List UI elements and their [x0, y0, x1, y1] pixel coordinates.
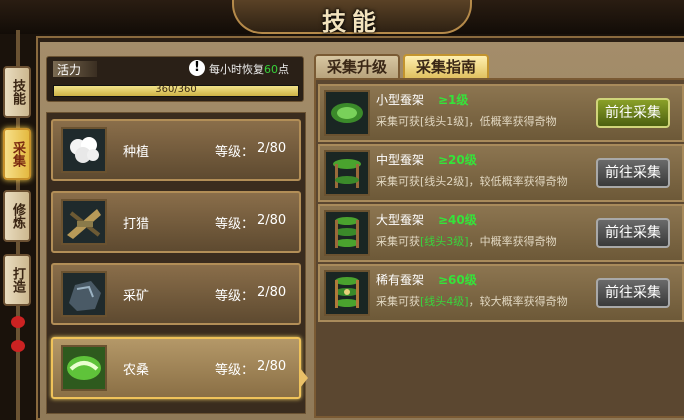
skill-level: 2/80 [257, 285, 287, 300]
skill-level-label: 等级： [215, 145, 255, 160]
side-tab-cultivate[interactable]: 修炼 [3, 190, 31, 242]
skill-name: 采矿 [123, 289, 150, 304]
guide-title: 稀有蚕架 [376, 273, 425, 287]
guide-row: 大型蚕架 ≥40级 采集可获[线头3级]，中概率获得奇物 前往采集 [318, 204, 684, 262]
small-silk-rack-icon [324, 90, 370, 136]
side-tab-forge[interactable]: 打造 [3, 254, 31, 306]
skill-name: 农桑 [123, 363, 150, 378]
side-tab-bar: 技能 采集 修炼 打造 [0, 30, 36, 420]
guide-requirement: ≥40级 [438, 213, 477, 227]
guide-title: 小型蚕架 [376, 93, 425, 107]
skill-level-label: 等级： [215, 363, 255, 378]
vigor-progress-bar: 360/360 [53, 84, 299, 97]
go-gather-button[interactable]: 前往采集 [596, 158, 670, 188]
silkworm-leaf-icon [61, 345, 107, 391]
skill-list: 种植 等级： 2/80 打猎 等级： 2/80 采矿 等级： 2/80 农桑 等… [46, 112, 306, 414]
guide-row: 稀有蚕架 ≥60级 采集可获[线头4级]，较大概率获得奇物 前往采集 [318, 264, 684, 322]
skill-level-label: 等级： [215, 289, 255, 304]
guide-description: 采集可获[线头4级]，较大概率获得奇物 [376, 295, 568, 308]
skill-item-sericulture[interactable]: 农桑 等级： 2/80 [51, 337, 301, 399]
left-panel: 活力 ! 每小时恢复60点 360/360 种植 等级： 2/80 打猎 等级：… [46, 52, 306, 416]
guide-row: 中型蚕架 ≥20级 采集可获[线头2级]，较低概率获得奇物 前往采集 [318, 144, 684, 202]
tassel-icon [11, 340, 25, 352]
guide-title: 大型蚕架 [376, 213, 425, 227]
go-gather-button[interactable]: 前往采集 [596, 98, 670, 128]
skill-name: 种植 [123, 145, 150, 160]
skill-item-planting[interactable]: 种植 等级： 2/80 [51, 119, 301, 181]
guide-description: 采集可获[线头3级]，中概率获得奇物 [376, 235, 557, 248]
skill-level: 2/80 [257, 141, 287, 156]
selected-arrow-icon [300, 368, 308, 388]
tab-gather-upgrade[interactable]: 采集升级 [314, 54, 400, 78]
medium-silk-rack-icon [324, 150, 370, 196]
ore-rock-icon [61, 271, 107, 317]
exclamation-icon[interactable]: ! [189, 60, 205, 76]
skill-name: 打猎 [123, 217, 150, 232]
go-gather-button[interactable]: 前往采集 [596, 218, 670, 248]
go-gather-button[interactable]: 前往采集 [596, 278, 670, 308]
rare-silk-rack-icon [324, 270, 370, 316]
guide-requirement: ≥60级 [438, 273, 477, 287]
skill-level: 2/80 [257, 359, 287, 374]
skill-item-hunting[interactable]: 打猎 等级： 2/80 [51, 191, 301, 253]
guide-row: 小型蚕架 ≥1级 采集可获[线头1级]，低概率获得奇物 前往采集 [318, 84, 684, 142]
guide-description: 采集可获[线头1级]，低概率获得奇物 [376, 115, 557, 128]
side-tab-skills[interactable]: 技能 [3, 66, 31, 118]
tassel-icon [11, 316, 25, 328]
hunting-gear-icon [61, 199, 107, 245]
cotton-plant-icon [61, 127, 107, 173]
page-title: 技能 [322, 8, 382, 36]
guide-requirement: ≥1级 [438, 93, 469, 107]
guide-title: 中型蚕架 [376, 153, 425, 167]
skill-item-mining[interactable]: 采矿 等级： 2/80 [51, 263, 301, 325]
guide-description: 采集可获[线头2级]，较低概率获得奇物 [376, 175, 568, 188]
large-silk-rack-icon [324, 210, 370, 256]
skill-level: 2/80 [257, 213, 287, 228]
guide-requirement: ≥20级 [438, 153, 477, 167]
vigor-label: 活力 [57, 63, 82, 77]
vigor-section: 活力 ! 每小时恢复60点 360/360 [46, 56, 304, 102]
side-tab-gather[interactable]: 采集 [3, 128, 31, 180]
skill-level-label: 等级： [215, 217, 255, 232]
tab-gather-guide[interactable]: 采集指南 [403, 54, 489, 78]
vigor-value: 360/360 [155, 84, 197, 95]
vigor-recovery-hint: 每小时恢复60点 [209, 63, 289, 76]
